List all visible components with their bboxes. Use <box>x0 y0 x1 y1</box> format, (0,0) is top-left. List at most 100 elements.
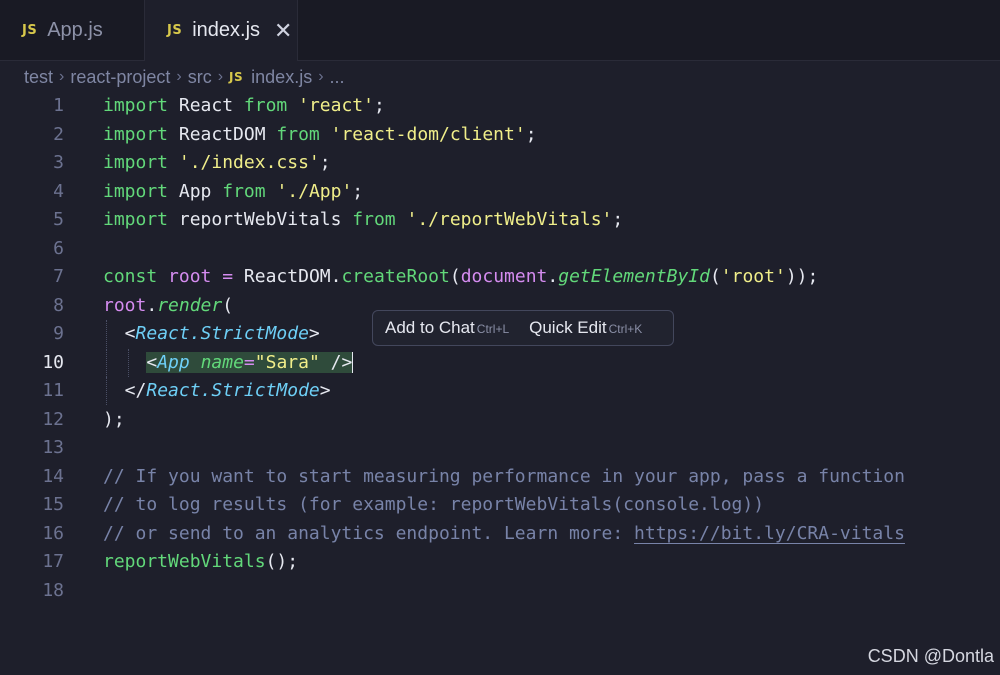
keyword: const <box>103 266 158 287</box>
variable: root <box>168 266 212 287</box>
string: 'react' <box>298 95 374 116</box>
code-line: 13 <box>0 434 1000 462</box>
code-text: import ReactDOM from 'react-dom/client'; <box>103 123 537 145</box>
line-number: 12 <box>42 408 64 430</box>
code-line: 16 // or send to an analytics endpoint. … <box>0 520 1000 548</box>
breadcrumb-item-file[interactable]: index.js <box>251 67 312 88</box>
line-number: 14 <box>42 465 64 487</box>
function-name: reportWebVitals <box>103 551 266 572</box>
function-name: createRoot <box>341 266 450 287</box>
string: 'root' <box>720 266 786 287</box>
identifier: React <box>178 95 234 116</box>
identifier: ReactDOM <box>178 123 266 145</box>
line-number: 17 <box>42 551 64 572</box>
code-text: import App from './App'; <box>103 180 364 202</box>
code-line: 7 const root = ReactDOM.createRoot(docum… <box>0 263 1000 291</box>
comment: // or send to an analytics endpoint. Lea… <box>103 522 635 544</box>
code-text: </React.StrictMode> <box>103 380 331 401</box>
keyword: from <box>243 95 288 116</box>
code-line: 18 <box>0 577 1000 605</box>
tab-bar: JS App.js JS index.js ✕ <box>0 0 1000 61</box>
line-number: 2 <box>53 123 64 145</box>
jsx-tag: App <box>157 351 190 373</box>
keyword: import <box>103 152 169 173</box>
line-number: 1 <box>53 95 64 116</box>
js-file-icon: JS <box>167 23 183 38</box>
line-number: 15 <box>42 494 64 515</box>
string: './index.css' <box>178 152 320 173</box>
string: "Sara" <box>254 351 320 373</box>
quick-edit-button[interactable]: Quick Edit Ctrl+K <box>529 318 642 338</box>
line-number: 7 <box>53 266 64 287</box>
operator: = <box>222 266 234 287</box>
add-to-chat-label: Add to Chat <box>385 318 475 337</box>
keyword: import <box>103 123 169 145</box>
string: './reportWebVitals' <box>406 209 613 230</box>
quick-edit-shortcut: Ctrl+K <box>608 322 643 336</box>
code-line: 11 </React.StrictMode> <box>0 377 1000 405</box>
line-number: 6 <box>53 237 64 259</box>
watermark: CSDN @Dontla <box>867 646 994 666</box>
text-cursor <box>352 351 354 373</box>
breadcrumb-item-react-project[interactable]: react-project <box>70 67 170 88</box>
code-text: <React.StrictMode> <box>103 323 320 344</box>
chevron-right-icon: › <box>318 68 324 85</box>
code-line: 17 reportWebVitals(); <box>0 548 1000 576</box>
code-text: const root = ReactDOM.createRoot(documen… <box>103 266 819 287</box>
breadcrumb-more[interactable]: ... <box>330 67 345 88</box>
code-text: import reportWebVitals from './reportWeb… <box>103 209 624 230</box>
tab-index-js[interactable]: JS index.js ✕ <box>144 0 298 61</box>
line-number: 13 <box>42 437 64 458</box>
comment: // to log results (for example: reportWe… <box>103 494 765 515</box>
code-line: 5 import reportWebVitals from './reportW… <box>0 206 1000 234</box>
identifier: reportWebVitals <box>178 209 342 230</box>
jsx-tag: React.StrictMode <box>146 380 320 401</box>
identifier: App <box>178 180 212 202</box>
add-to-chat-button[interactable]: Add to Chat Ctrl+L <box>385 318 509 338</box>
keyword: import <box>103 209 169 230</box>
quick-edit-label: Quick Edit <box>529 318 607 337</box>
jsx-attribute: name <box>200 351 244 373</box>
string: 'react-dom/client' <box>330 123 526 145</box>
code-text: reportWebVitals(); <box>103 551 299 572</box>
identifier: ReactDOM <box>243 266 331 287</box>
chevron-right-icon: › <box>176 68 182 85</box>
jsx-tag: React.StrictMode <box>135 323 309 344</box>
tab-app-js[interactable]: JS App.js <box>0 0 143 60</box>
line-number: 18 <box>42 579 64 601</box>
keyword: from <box>276 123 320 145</box>
variable: document <box>460 266 548 287</box>
keyword: from <box>352 209 396 230</box>
line-number: 9 <box>53 323 64 344</box>
code-line: 6 <box>0 235 1000 263</box>
chevron-right-icon: › <box>217 68 224 85</box>
close-icon[interactable]: ✕ <box>274 19 292 42</box>
selection-action-popup: Add to Chat Ctrl+L Quick Edit Ctrl+K <box>372 310 674 346</box>
breadcrumb-item-test[interactable]: test <box>24 67 53 88</box>
code-line-active: 10 <App name="Sara" /> <box>0 348 1000 377</box>
line-number: 11 <box>42 380 64 401</box>
line-number: 4 <box>53 180 64 202</box>
code-text: import './index.css'; <box>103 152 331 173</box>
line-number: 10 <box>42 351 64 373</box>
code-line: 1 import React from 'react'; <box>0 92 1000 120</box>
comment: // If you want to start measuring perfor… <box>103 465 905 487</box>
string: './App' <box>276 180 353 202</box>
keyword: from <box>222 180 266 202</box>
code-editor[interactable]: 1 import React from 'react'; 2 import Re… <box>0 92 1000 652</box>
line-number: 8 <box>53 294 64 316</box>
js-file-icon: JS <box>229 70 244 84</box>
chevron-right-icon: › <box>59 68 65 85</box>
code-text: <App name="Sara" /> <box>103 349 354 377</box>
add-to-chat-shortcut: Ctrl+L <box>476 322 510 336</box>
code-text: root.render( <box>103 294 234 316</box>
breadcrumb-item-src[interactable]: src <box>188 67 212 88</box>
comment-link[interactable]: https://bit.ly/CRA-vitals <box>634 523 905 544</box>
line-number: 5 <box>53 209 64 230</box>
line-number: 16 <box>42 522 64 544</box>
line-number: 3 <box>53 152 64 173</box>
text-selection: <App name="Sara" /> <box>146 351 353 373</box>
variable: root <box>103 294 147 316</box>
keyword: import <box>103 180 169 202</box>
code-text: ); <box>103 408 125 430</box>
